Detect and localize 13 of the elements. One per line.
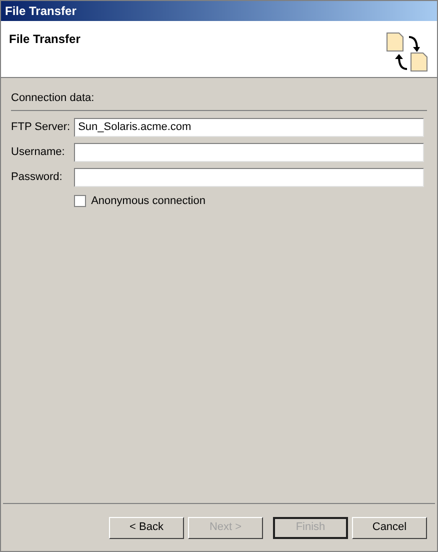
group-label: Connection data: — [11, 91, 96, 106]
window-title: File Transfer — [5, 3, 76, 20]
checkbox-label: Anonymous connection — [91, 194, 206, 208]
text-field[interactable] — [74, 142, 424, 162]
header-title: File Transfer — [9, 31, 80, 48]
field-label: FTP Server: — [11, 120, 70, 135]
field-label: Password: — [11, 170, 64, 185]
text-field[interactable] — [74, 168, 424, 186]
wizard-button[interactable]: < Back — [109, 516, 184, 538]
checkbox[interactable] — [74, 194, 86, 207]
field-label: Username: — [11, 144, 66, 160]
wizard-button[interactable]: Cancel — [352, 516, 427, 538]
text-field[interactable]: Sun_Solaris.acme.com — [74, 118, 424, 136]
